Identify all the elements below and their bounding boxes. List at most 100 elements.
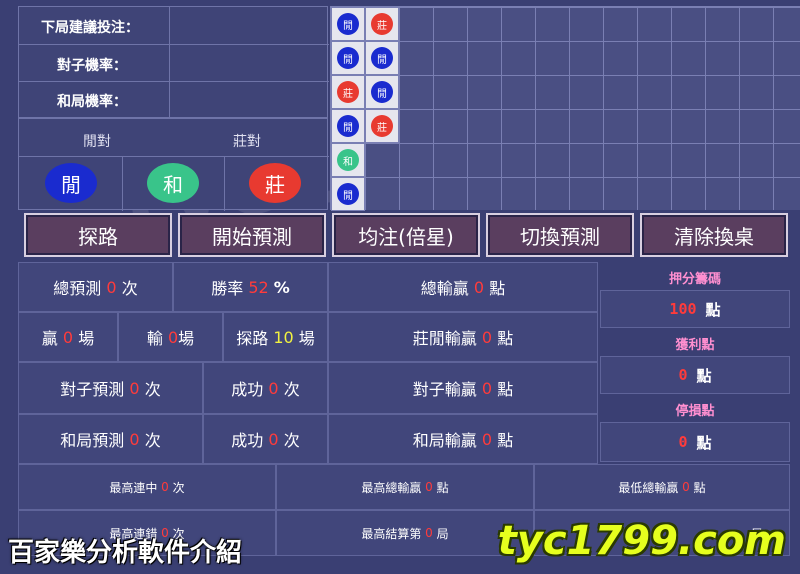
stat-label: 對子輸贏 bbox=[412, 380, 477, 399]
bead-cell: 莊 bbox=[365, 109, 399, 143]
bead-cell: 閒 bbox=[331, 177, 365, 211]
stat-value: 0 bbox=[481, 378, 493, 398]
record-label: 最高結算第 bbox=[361, 526, 422, 541]
player-bet-button[interactable]: 閒 bbox=[45, 163, 97, 203]
total-predict-stat: 總預測 0 次 bbox=[18, 262, 173, 312]
stat-label: 和局輸贏 bbox=[412, 431, 477, 450]
bead-cell: 閒 bbox=[365, 75, 399, 109]
stat-value: 0 bbox=[106, 277, 117, 297]
bead-marker: 莊 bbox=[371, 13, 393, 35]
clear-table-button[interactable]: 清除換桌 bbox=[640, 213, 788, 257]
bead-cell: 閒 bbox=[365, 41, 399, 75]
min-total-win-stat: 最低總輸贏 0 點 bbox=[534, 464, 790, 510]
pair-winloss-stat: 對子輸贏 0 點 bbox=[328, 362, 598, 414]
stat-label: 輸 bbox=[146, 329, 163, 348]
explore-button[interactable]: 探路 bbox=[24, 213, 172, 257]
next-suggestion-label: 下局建議投注： bbox=[41, 20, 139, 36]
record-label: 最高總輸贏 bbox=[361, 480, 422, 495]
stat-label: 總輸贏 bbox=[420, 279, 469, 298]
stat-unit: 次 bbox=[144, 431, 161, 450]
stat-value: 0 bbox=[481, 327, 493, 347]
record-value: 0 bbox=[425, 526, 433, 540]
stat-label: 總預測 bbox=[53, 279, 102, 298]
bead-cell: 閒 bbox=[331, 109, 365, 143]
record-value: 0 bbox=[425, 480, 433, 494]
bead-cell: 和 bbox=[331, 143, 365, 177]
bead-marker: 閒 bbox=[337, 115, 359, 137]
stat-value: 0 bbox=[268, 378, 279, 398]
tie-winloss-stat: 和局輸贏 0 點 bbox=[328, 414, 598, 464]
stoploss-unit: 點 bbox=[696, 433, 712, 452]
stat-label: 勝率 bbox=[211, 279, 244, 298]
profit-field[interactable]: 0 點 bbox=[600, 356, 790, 394]
record-unit: 點 bbox=[693, 480, 706, 495]
stat-unit: 點 bbox=[497, 431, 514, 450]
player-pair-label: 閒對 bbox=[83, 134, 111, 150]
win-stat: 贏 0 場 bbox=[18, 312, 118, 362]
stoploss-field[interactable]: 0 點 bbox=[600, 422, 790, 462]
bead-cell: 閒 bbox=[331, 7, 365, 41]
divider bbox=[19, 81, 329, 82]
stat-label: 和局預測 bbox=[60, 431, 125, 450]
stat-unit: 次 bbox=[121, 279, 138, 298]
bead-marker: 和 bbox=[337, 149, 359, 171]
tie-success-stat: 成功 0 次 bbox=[203, 414, 328, 464]
record-label: 最高連中 bbox=[109, 480, 158, 495]
stat-label: 莊閒輸贏 bbox=[412, 329, 477, 348]
stoploss-value: 0 bbox=[678, 433, 688, 451]
bet-buttons-panel: 閒對 莊對 閒 和 莊 bbox=[18, 118, 329, 211]
bet-chip-value: 100 bbox=[669, 300, 697, 318]
stat-unit: 次 bbox=[283, 380, 300, 399]
profit-label: 獲利點 bbox=[675, 337, 715, 353]
bet-chip-field[interactable]: 100 點 bbox=[600, 290, 790, 328]
divider bbox=[122, 157, 123, 211]
max-streak-stat: 最高連中 0 次 bbox=[18, 464, 276, 510]
start-predict-button[interactable]: 開始預測 bbox=[178, 213, 326, 257]
pair-predict-stat: 對子預測 0 次 bbox=[18, 362, 203, 414]
banker-bet-button[interactable]: 莊 bbox=[249, 163, 301, 203]
max-total-win-stat: 最高總輸贏 0 點 bbox=[276, 464, 534, 510]
record-unit: 點 bbox=[436, 480, 449, 495]
stoploss-label: 停損點 bbox=[675, 403, 715, 419]
stat-value: 0 bbox=[473, 277, 485, 297]
flat-bet-button[interactable]: 均注(倍星) bbox=[332, 213, 480, 257]
tie-predict-stat: 和局預測 0 次 bbox=[18, 414, 203, 464]
pair-success-stat: 成功 0 次 bbox=[203, 362, 328, 414]
bead-cell: 莊 bbox=[365, 7, 399, 41]
record-unit: 局 bbox=[436, 526, 449, 541]
stat-value: 10 bbox=[273, 327, 294, 347]
stat-value: 0 bbox=[268, 429, 279, 449]
stat-value: 52 bbox=[248, 277, 269, 297]
bead-road-grid: 閒莊閒閒莊閒閒莊和閒 bbox=[330, 6, 800, 211]
bet-chip-unit: 點 bbox=[705, 300, 721, 319]
profit-unit: 點 bbox=[696, 366, 712, 385]
lose-stat: 輸 0場 bbox=[118, 312, 223, 362]
caption-text: 百家樂分析軟件介紹 bbox=[8, 538, 243, 568]
stat-value: 0 bbox=[129, 378, 140, 398]
stat-unit: 點 bbox=[497, 380, 514, 399]
stat-value: 0 bbox=[62, 327, 74, 347]
pair-rate-label: 對子機率： bbox=[57, 58, 127, 74]
stat-label: 贏 bbox=[41, 329, 58, 348]
stat-unit: 場 bbox=[78, 329, 95, 348]
bead-cell: 莊 bbox=[331, 75, 365, 109]
record-label: 最低總輸贏 bbox=[618, 480, 679, 495]
stat-unit: 場 bbox=[178, 329, 195, 348]
record-value: 0 bbox=[161, 480, 169, 494]
bead-cell: 閒 bbox=[331, 41, 365, 75]
stat-unit: 次 bbox=[283, 431, 300, 450]
tie-bet-button[interactable]: 和 bbox=[147, 163, 199, 203]
switch-predict-button[interactable]: 切換預測 bbox=[486, 213, 634, 257]
divider bbox=[19, 44, 329, 45]
stat-label: 成功 bbox=[231, 380, 264, 399]
record-unit: 次 bbox=[172, 480, 185, 495]
bead-marker: 閒 bbox=[337, 183, 359, 205]
divider bbox=[19, 156, 329, 157]
stat-unit: 點 bbox=[489, 279, 506, 298]
bead-marker: 莊 bbox=[371, 115, 393, 137]
suggestion-panel: 下局建議投注： 對子機率： 和局機率： bbox=[18, 6, 329, 119]
total-winloss-stat: 總輸贏 0 點 bbox=[328, 262, 598, 312]
divider bbox=[224, 157, 225, 211]
banker-pair-label: 莊對 bbox=[233, 134, 261, 150]
stat-value: 0 bbox=[129, 429, 140, 449]
